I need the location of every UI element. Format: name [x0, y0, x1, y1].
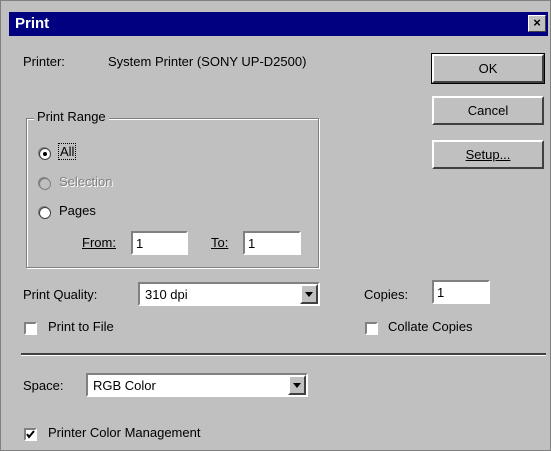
title-bar[interactable]: Print × — [9, 12, 548, 36]
radio-selection — [39, 178, 51, 190]
space-label: Space: — [23, 378, 64, 393]
from-input[interactable]: 1 — [131, 231, 188, 255]
close-button[interactable]: × — [528, 15, 546, 32]
radio-pages[interactable] — [39, 207, 51, 219]
radio-selection-label: Selection — [59, 174, 113, 189]
space-value: RGB Color — [93, 378, 156, 393]
print-dialog: Print × Printer: System Printer (SONY UP… — [0, 0, 551, 451]
to-input[interactable]: 1 — [243, 231, 301, 255]
to-label-text: To: — [211, 235, 229, 250]
print-to-file-checkbox[interactable] — [24, 322, 37, 335]
printer-name: System Printer (SONY UP-D2500) — [108, 54, 307, 69]
dropdown-arrow-button[interactable] — [300, 284, 318, 304]
from-label-text: From: — [82, 235, 116, 250]
copies-input[interactable]: 1 — [432, 280, 490, 304]
setup-button[interactable]: Setup... — [432, 140, 544, 169]
setup-button-label: Setup... — [465, 147, 511, 162]
separator — [21, 353, 546, 356]
radio-pages-label[interactable]: Pages — [59, 203, 96, 218]
radio-all[interactable] — [39, 148, 51, 160]
print-range-title: Print Range — [34, 109, 109, 124]
print-quality-label: Print Quality: — [23, 287, 98, 302]
ok-button[interactable]: OK — [431, 53, 545, 84]
dropdown-arrow-button[interactable] — [288, 375, 306, 395]
to-label: To: — [211, 235, 228, 250]
space-select[interactable]: RGB Color — [86, 373, 308, 397]
chevron-down-icon — [305, 292, 313, 297]
print-to-file-label[interactable]: Print to File — [48, 319, 114, 334]
radio-all-label[interactable]: All — [57, 143, 77, 160]
collate-checkbox[interactable] — [365, 322, 378, 335]
chevron-down-icon — [293, 383, 301, 388]
copies-label: Copies: — [364, 287, 409, 302]
print-quality-select[interactable]: 310 dpi — [138, 282, 320, 306]
color-management-label[interactable]: Printer Color Management — [48, 425, 200, 440]
collate-label[interactable]: Collate Copies — [388, 319, 473, 334]
cancel-button[interactable]: Cancel — [432, 96, 544, 125]
printer-label: Printer: — [23, 54, 65, 69]
from-label: From: — [82, 235, 116, 250]
color-management-checkbox[interactable] — [24, 428, 37, 441]
close-icon: × — [533, 15, 541, 30]
dialog-title: Print — [15, 15, 50, 32]
print-quality-value: 310 dpi — [145, 287, 188, 302]
checkmark-icon — [26, 430, 35, 439]
